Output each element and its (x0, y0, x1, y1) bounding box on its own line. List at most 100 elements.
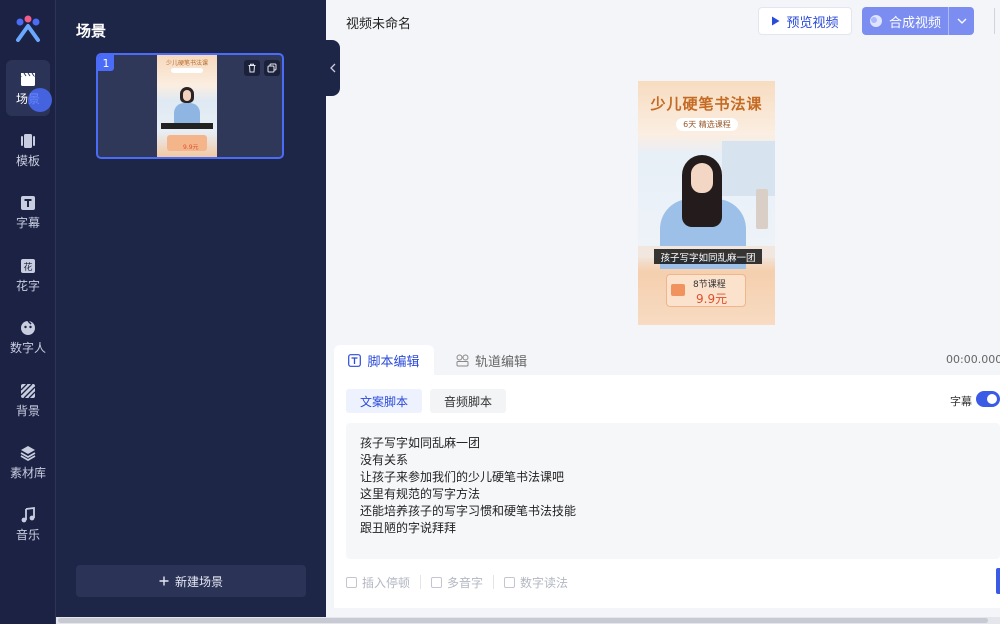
svg-text:花: 花 (23, 261, 32, 273)
mouse-cursor-highlight (28, 88, 52, 112)
script-textarea[interactable]: 孩子写字如同乱麻一团 没有关系 让孩子来参加我们的少儿硬笔书法课吧 这里有规范的… (346, 423, 1000, 559)
script-line: 跟丑陋的字说拜拜 (360, 521, 457, 535)
sidebar-item-material-library[interactable]: 素材库 (6, 434, 50, 490)
pause-insert-icon (346, 576, 357, 588)
side-action-handle[interactable] (996, 568, 1000, 594)
polyphone-button[interactable]: 多音字 (431, 574, 483, 591)
gift-icon (671, 284, 685, 296)
number-reading-button[interactable]: 数字读法 (504, 574, 568, 591)
preview-badge-title: 8节课程 (693, 280, 726, 290)
sidebar-item-fancy-text[interactable]: 花 花字 (6, 247, 50, 303)
collapse-panel-button[interactable] (326, 40, 340, 96)
clapperboard-icon (21, 72, 35, 86)
polyphone-icon (431, 576, 443, 588)
text-box-icon (348, 353, 362, 367)
video-preview-canvas[interactable]: 少儿硬笔书法课 6天 精选课程 孩子写字如同乱麻一团 8节课程 9.9元 (638, 81, 775, 325)
sidebar-item-label: 素材库 (9, 466, 46, 480)
scene-thumb-subtitle-pill (171, 68, 203, 73)
sidebar-item-label: 花字 (15, 279, 40, 293)
copy-icon (267, 63, 277, 73)
delete-scene-button[interactable] (244, 60, 260, 76)
horizontal-scrollbar[interactable] (56, 617, 1000, 624)
tab-track-edit[interactable]: 轨道编辑 (456, 345, 527, 375)
divider (994, 8, 995, 34)
tab-script-edit[interactable]: 脚本编辑 (334, 345, 434, 375)
sidebar-item-subtitle[interactable]: 字幕 (6, 184, 50, 240)
preview-badge-price: 9.9元 (696, 292, 728, 306)
preview-title: 少儿硬笔书法课 (650, 95, 763, 113)
digital-human-icon (21, 320, 35, 335)
sidebar-item-label: 背景 (15, 404, 40, 418)
script-toolbar: 插入停顿 多音字 数字读法 (346, 573, 568, 591)
number-reading-icon (504, 576, 516, 588)
tab-label: 轨道编辑 (475, 354, 528, 370)
compose-video-button[interactable]: 合成视频 (862, 7, 974, 35)
duplicate-scene-button[interactable] (264, 60, 280, 76)
left-nav-rail: 场景 模板 字幕 花 花字 数字人 背景 素材库 音乐 (0, 0, 56, 624)
sidebar-item-label: 音乐 (15, 528, 40, 542)
sidebar-item-label: 数字人 (9, 341, 46, 355)
scene-panel: 场景 1 少儿硬笔书法课 9.9元 新建场景 (56, 0, 326, 624)
top-bar: 视频未命名 预览视频 合成视频 (326, 0, 1000, 42)
presenter-face (691, 163, 713, 193)
compose-orb-icon (869, 15, 882, 27)
script-line: 没有关系 (360, 453, 409, 467)
sidebar-item-music[interactable]: 音乐 (6, 496, 50, 552)
preview-caption: 孩子写字如同乱麻一团 (654, 249, 762, 264)
preview-video-label: 预览视频 (786, 15, 839, 31)
sidebar-item-background[interactable]: 背景 (6, 372, 50, 428)
background-pattern-icon (20, 383, 36, 399)
scrollbar-thumb[interactable] (58, 618, 988, 623)
divider (493, 575, 495, 589)
preview-subtitle: 6天 精选课程 (676, 118, 738, 131)
scene-card[interactable]: 1 少儿硬笔书法课 9.9元 (96, 53, 284, 159)
script-line: 还能培养孩子的写字习惯和硬笔书法技能 (360, 504, 577, 518)
template-icon (21, 134, 35, 148)
timecode: 00:00.000 (946, 353, 1000, 366)
script-line: 让孩子来参加我们的少儿硬笔书法课吧 (360, 470, 565, 484)
preview-video-button[interactable]: 预览视频 (758, 7, 852, 35)
sidebar-item-digital-human[interactable]: 数字人 (6, 309, 50, 365)
compose-options-dropdown[interactable] (948, 7, 974, 35)
fancy-text-icon: 花 (21, 259, 35, 273)
editor-tabs: 脚本编辑 轨道编辑 00:00.000 (326, 345, 1000, 375)
video-title[interactable]: 视频未命名 (346, 13, 411, 32)
preview-pen-holder (756, 189, 768, 229)
sidebar-item-label: 模板 (15, 154, 40, 168)
tool-label: 数字读法 (520, 575, 569, 590)
scene-thumbnail: 少儿硬笔书法课 9.9元 (157, 55, 217, 157)
plus-icon (159, 576, 169, 586)
compose-video-label: 合成视频 (888, 15, 941, 31)
scene-number: 1 (98, 55, 114, 71)
scene-thumb-caption-bar (161, 123, 213, 129)
sub-tab-copy-script[interactable]: 文案脚本 (346, 389, 423, 413)
sidebar-item-template[interactable]: 模板 (6, 122, 50, 178)
layers-icon (20, 446, 36, 462)
track-icon (456, 354, 469, 366)
text-t-icon (21, 196, 35, 210)
compose-video-main[interactable]: 合成视频 (862, 7, 948, 35)
sidebar-item-label: 字幕 (15, 216, 40, 230)
new-scene-label: 新建场景 (174, 574, 223, 589)
music-note-icon (21, 506, 35, 523)
divider (420, 575, 422, 589)
preview-background-shelf (722, 141, 775, 196)
play-icon (772, 16, 780, 26)
insert-pause-button[interactable]: 插入停顿 (346, 574, 410, 591)
subtitle-toggle[interactable] (976, 391, 1000, 407)
chevron-left-icon (330, 63, 336, 73)
sub-tab-audio-script[interactable]: 音频脚本 (430, 389, 507, 413)
chevron-down-icon (957, 18, 966, 24)
new-scene-button[interactable]: 新建场景 (76, 565, 306, 597)
script-line: 这里有规范的写字方法 (360, 487, 481, 501)
subtitle-toggle-label: 字幕 (950, 395, 972, 408)
app-logo-icon (16, 15, 40, 42)
scene-thumb-presenter-face (183, 90, 191, 101)
scene-thumb-title: 少儿硬笔书法课 (165, 60, 208, 67)
script-line: 孩子写字如同乱麻一团 (360, 436, 481, 450)
scene-panel-title: 场景 (76, 22, 107, 40)
tool-label: 多音字 (447, 575, 484, 590)
script-editor: 文案脚本 音频脚本 字幕 孩子写字如同乱麻一团 没有关系 让孩子来参加我们的少儿… (334, 375, 1000, 608)
tab-label: 脚本编辑 (367, 354, 420, 370)
trash-icon (248, 63, 256, 73)
